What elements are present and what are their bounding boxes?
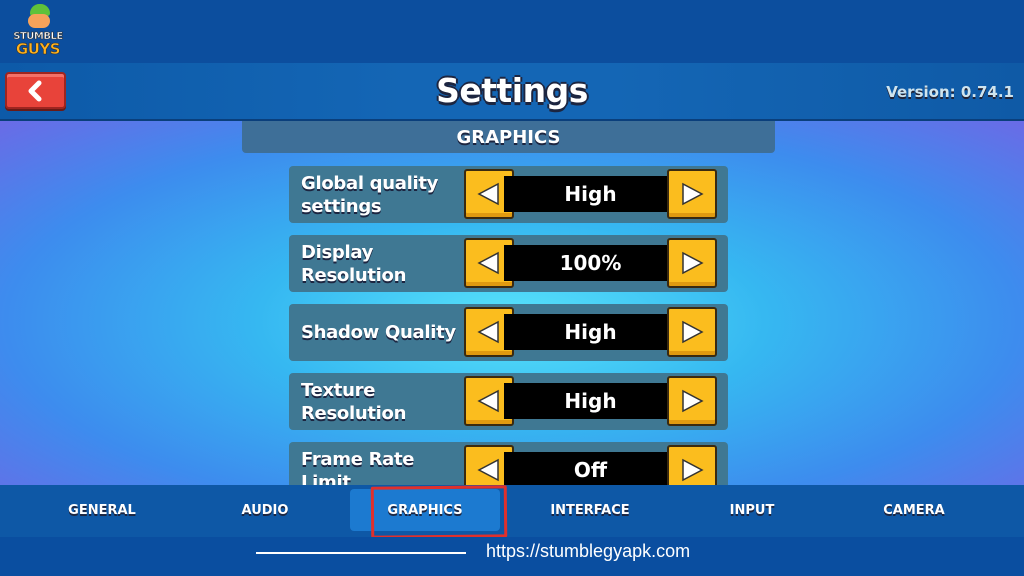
value-selector: Off [464, 445, 717, 485]
setting-label: Texture Resolution [301, 379, 407, 424]
version-label: Version: 0.74.1 [886, 83, 1014, 101]
setting-label: Display Resolution [301, 241, 407, 286]
triangle-right-icon [682, 182, 704, 206]
value-selector: High [464, 307, 717, 357]
watermark-url: https://stumblegyapk.com [486, 541, 691, 561]
page-title: Settings [436, 71, 588, 110]
setting-row-global-quality: Global quality settings High [289, 166, 728, 223]
setting-row-display-resolution: Display Resolution 100% [289, 235, 728, 292]
next-value-button[interactable] [667, 169, 717, 219]
setting-row-shadow-quality: Shadow Quality High [289, 304, 728, 361]
setting-row-texture-resolution: Texture Resolution High [289, 373, 728, 430]
settings-tab-bar: GENERAL AUDIO GRAPHICS INTERFACE INPUT C… [0, 485, 1024, 537]
triangle-right-icon [682, 251, 704, 275]
setting-value: High [504, 383, 677, 419]
setting-value: Off [504, 452, 677, 485]
divider-line [256, 552, 466, 554]
value-selector: High [464, 376, 717, 426]
setting-label: Shadow Quality [301, 322, 456, 343]
tab-input[interactable]: INPUT [677, 489, 827, 531]
next-value-button[interactable] [667, 445, 717, 485]
value-selector: High [464, 169, 717, 219]
tab-graphics[interactable]: GRAPHICS [350, 489, 500, 531]
setting-value: High [504, 176, 677, 212]
header-bar: Settings Version: 0.74.1 [0, 63, 1024, 121]
tab-interface[interactable]: INTERFACE [515, 489, 665, 531]
stumble-guys-logo: STUMBLE GUYS [12, 2, 64, 60]
next-value-button[interactable] [667, 238, 717, 288]
triangle-left-icon [477, 320, 499, 344]
setting-value: 100% [504, 245, 677, 281]
setting-label: Frame Rate Limit [301, 448, 415, 486]
section-header: GRAPHICS [242, 121, 775, 153]
next-value-button[interactable] [667, 376, 717, 426]
watermark-footer: https://stumblegyapk.com [0, 537, 1024, 576]
setting-label: Global quality settings [301, 172, 439, 217]
triangle-left-icon [477, 182, 499, 206]
top-band: STUMBLE GUYS [0, 0, 1024, 63]
triangle-left-icon [477, 389, 499, 413]
tab-camera[interactable]: CAMERA [839, 489, 989, 531]
setting-row-frame-rate-limit: Frame Rate Limit Off [289, 442, 728, 485]
logo-text-line2: GUYS [15, 40, 61, 59]
triangle-right-icon [682, 458, 704, 482]
settings-panel: GRAPHICS Global quality settings High Di… [0, 121, 1024, 485]
triangle-left-icon [477, 251, 499, 275]
next-value-button[interactable] [667, 307, 717, 357]
tab-general[interactable]: GENERAL [27, 489, 177, 531]
setting-value: High [504, 314, 677, 350]
tab-audio[interactable]: AUDIO [190, 489, 340, 531]
logo-character-face [28, 14, 50, 28]
triangle-right-icon [682, 389, 704, 413]
value-selector: 100% [464, 238, 717, 288]
triangle-left-icon [477, 458, 499, 482]
triangle-right-icon [682, 320, 704, 344]
